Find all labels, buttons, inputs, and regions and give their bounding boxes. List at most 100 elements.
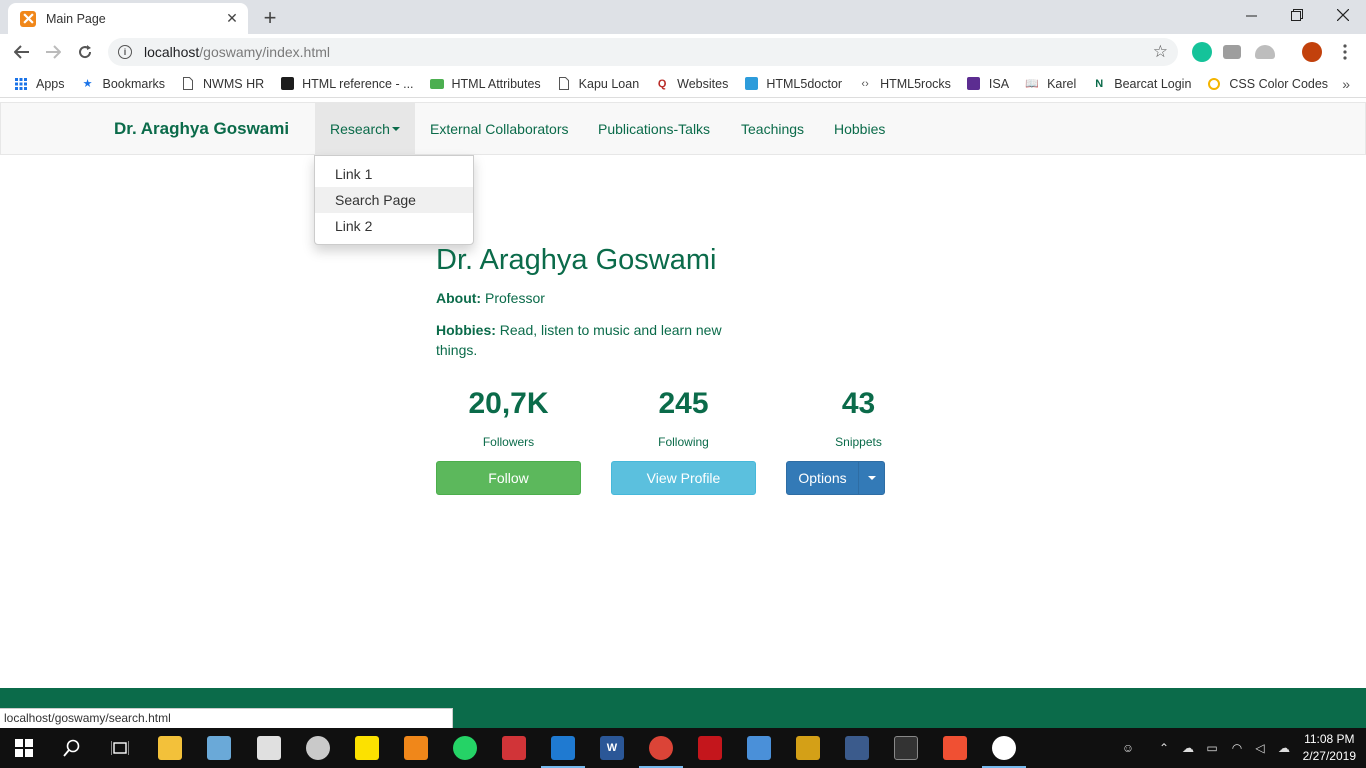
- restore-icon[interactable]: [1274, 0, 1320, 30]
- vscode-icon[interactable]: [551, 736, 575, 760]
- nav-teachings[interactable]: Teachings: [726, 103, 819, 154]
- camera-icon[interactable]: [1223, 45, 1241, 59]
- xampp-icon[interactable]: [404, 736, 428, 760]
- xampp-favicon-icon: [20, 10, 36, 27]
- dropdown-item-link-2[interactable]: Link 2: [315, 213, 473, 239]
- isa-icon: [967, 77, 981, 91]
- windows-taskbar: W ☺ ⌃ ☁ ▭ ◠ ◁ ☁ 11:08 PM 2/27/2019: [0, 728, 1366, 768]
- profile-avatar[interactable]: [1302, 42, 1322, 62]
- navbar-brand[interactable]: Dr. Araghya Goswami: [114, 119, 289, 139]
- bookmark-item[interactable]: CSS Color Codes: [1207, 77, 1328, 91]
- terminal-icon[interactable]: [894, 736, 918, 760]
- bookmark-star-icon[interactable]: ☆: [1153, 42, 1168, 62]
- options-button[interactable]: Options: [786, 461, 859, 495]
- windows-start-icon[interactable]: [12, 736, 36, 760]
- chrome-icon[interactable]: [649, 736, 673, 760]
- remote-desktop-icon[interactable]: [747, 736, 771, 760]
- reload-icon[interactable]: [72, 39, 98, 65]
- new-tab-button[interactable]: +: [258, 6, 282, 30]
- bookmark-item[interactable]: NWMS HR: [181, 77, 264, 91]
- sticky-notes-icon[interactable]: [355, 736, 379, 760]
- wifi-icon[interactable]: ◠: [1229, 740, 1245, 756]
- browser-tab[interactable]: Main Page ✕: [8, 3, 248, 34]
- forward-arrow-icon[interactable]: [40, 39, 66, 65]
- tab-close-icon[interactable]: ✕: [224, 10, 240, 27]
- nav-research[interactable]: Research: [315, 103, 415, 154]
- status-bar-url: localhost/goswamy/search.html: [0, 708, 453, 728]
- bookmark-label: Kapu Loan: [578, 76, 640, 91]
- github-icon[interactable]: [992, 736, 1016, 760]
- bookmark-item[interactable]: Apps: [14, 77, 65, 91]
- file-explorer-icon[interactable]: [158, 736, 182, 760]
- follow-button[interactable]: Follow: [436, 461, 581, 495]
- dropdown-item-link-1[interactable]: Link 1: [315, 161, 473, 187]
- stat-label: Following: [658, 435, 709, 449]
- profile-hobbies: Hobbies: Read, listen to music and learn…: [436, 320, 746, 360]
- bookmark-app-icon[interactable]: [502, 736, 526, 760]
- sublime-icon[interactable]: [796, 736, 820, 760]
- onedrive-icon[interactable]: ☁: [1180, 740, 1196, 756]
- menu-dots-icon[interactable]: [1332, 39, 1358, 65]
- bookmark-item[interactable]: Kapu Loan: [557, 77, 639, 91]
- back-arrow-icon[interactable]: [9, 39, 35, 65]
- html5doctor-icon: [744, 77, 758, 91]
- star-icon: ★: [82, 78, 93, 90]
- nav-external-collaborators[interactable]: External Collaborators: [415, 103, 584, 154]
- bookmark-label: HTML reference - ...: [302, 76, 414, 91]
- stat-value: 43: [841, 387, 876, 420]
- clock-date: 2/27/2019: [1302, 749, 1356, 763]
- cloud-upload-icon[interactable]: ☁: [1276, 740, 1292, 756]
- bookmark-item[interactable]: ISA: [967, 77, 1009, 91]
- notepad-icon[interactable]: [207, 736, 231, 760]
- close-window-icon[interactable]: [1320, 0, 1366, 30]
- volume-icon[interactable]: ◁: [1252, 740, 1268, 756]
- bookmark-item[interactable]: HTML Attributes: [429, 77, 541, 91]
- people-icon[interactable]: ☺: [1120, 740, 1136, 756]
- word-icon[interactable]: W: [600, 736, 624, 760]
- grammarly-icon[interactable]: [1192, 42, 1212, 62]
- bookmark-item[interactable]: ‹› HTML5rocks: [858, 77, 951, 91]
- dropdown-item-search-page[interactable]: Search Page: [315, 187, 473, 213]
- bookmark-label: Bearcat Login: [1114, 76, 1192, 91]
- system-clock[interactable]: 11:08 PM 2/27/2019: [1303, 731, 1356, 765]
- more-bookmarks-icon[interactable]: »: [1342, 76, 1350, 92]
- task-view-icon[interactable]: [108, 736, 132, 760]
- bookmark-item[interactable]: HTML reference - ...: [280, 76, 414, 91]
- battery-icon[interactable]: ▭: [1204, 740, 1220, 756]
- profile-name: Dr. Araghya Goswami: [436, 244, 717, 276]
- bookmark-item[interactable]: N Bearcat Login: [1092, 77, 1191, 91]
- acrobat-icon[interactable]: [698, 736, 722, 760]
- nav-publications-talks[interactable]: Publications-Talks: [583, 103, 725, 154]
- address-bar[interactable]: i localhost/goswamy/index.html ☆: [108, 38, 1178, 66]
- bookmark-label: Bookmarks: [102, 76, 166, 91]
- bookmark-item[interactable]: Q Websites: [655, 77, 728, 91]
- bookmark-item[interactable]: 📖 Karel: [1025, 77, 1076, 91]
- browser-toolbar: i localhost/goswamy/index.html ☆: [0, 34, 1366, 70]
- cloud-icon[interactable]: [1255, 45, 1275, 59]
- paint-icon[interactable]: [306, 736, 330, 760]
- nav-hobbies[interactable]: Hobbies: [819, 103, 900, 154]
- bookmarks-bar: Apps ★ Bookmarks NWMS HR HTML reference - ..…: [0, 70, 1366, 98]
- html5rocks-icon: ‹›: [861, 77, 869, 90]
- git-icon[interactable]: [943, 736, 967, 760]
- apps-grid-icon: [14, 77, 28, 91]
- site-info-icon[interactable]: i: [118, 45, 132, 59]
- calculator-icon[interactable]: [257, 736, 281, 760]
- bookmark-item[interactable]: ★ Bookmarks: [81, 76, 166, 91]
- caret-down-icon: [867, 476, 876, 480]
- about-label: About:: [436, 290, 482, 306]
- mysql-icon[interactable]: [845, 736, 869, 760]
- bookmark-label: Karel: [1047, 76, 1077, 91]
- chevron-up-icon[interactable]: ⌃: [1156, 740, 1172, 756]
- bookmark-item[interactable]: HTML5doctor: [744, 77, 842, 91]
- search-icon[interactable]: [60, 736, 84, 760]
- view-profile-button[interactable]: View Profile: [611, 461, 756, 495]
- site-navbar: Dr. Araghya Goswami Research External Co…: [0, 102, 1366, 155]
- whatsapp-icon[interactable]: [453, 736, 477, 760]
- bookmark-label: NWMS HR: [203, 76, 265, 91]
- options-dropdown-toggle[interactable]: [858, 461, 885, 495]
- minimize-icon[interactable]: [1228, 0, 1274, 30]
- stat-snippets: 43 Snippets: [786, 386, 931, 449]
- book-icon: 📖: [1025, 78, 1039, 90]
- bookmark-label: Websites: [677, 76, 729, 91]
